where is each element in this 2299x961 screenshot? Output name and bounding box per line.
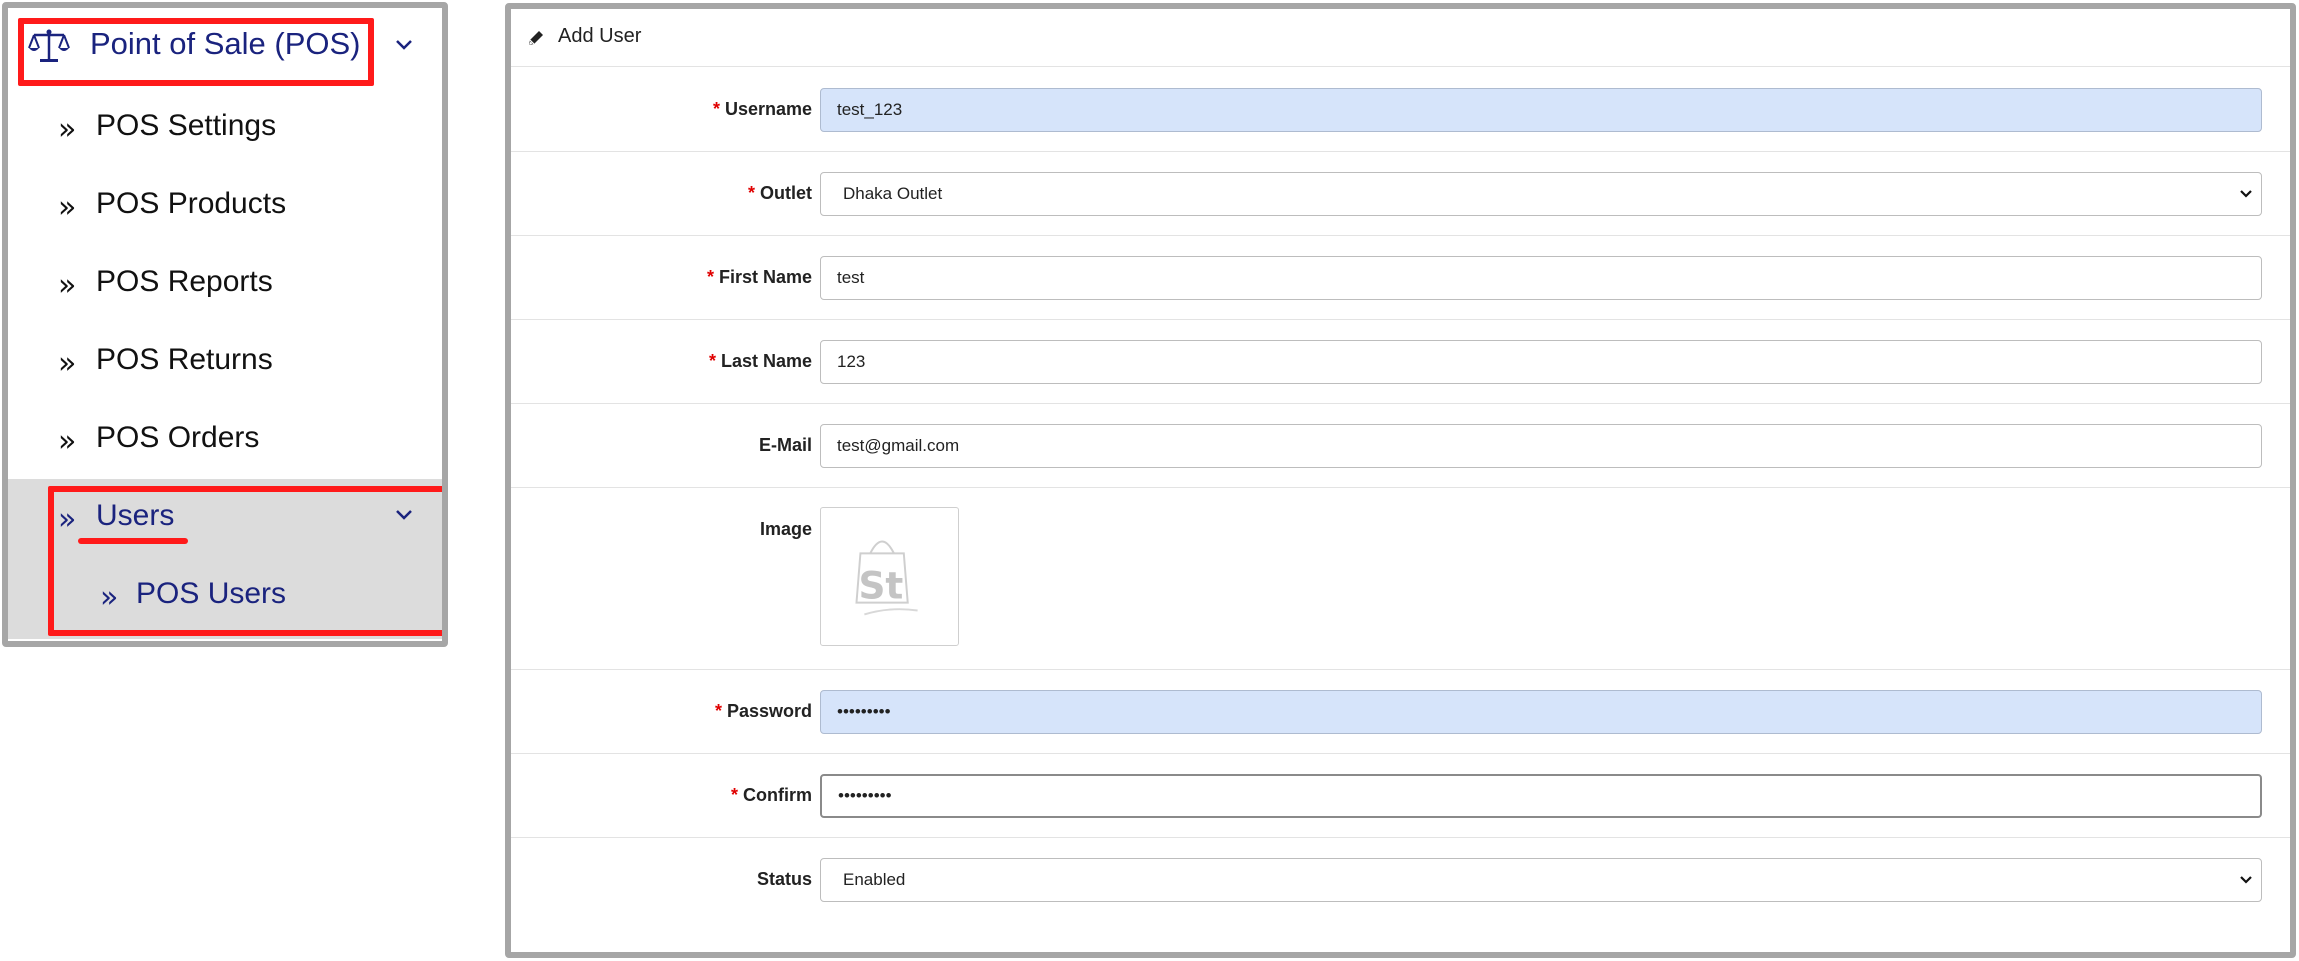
outlet-select-value: Dhaka Outlet [843,184,943,203]
outlet-select[interactable]: Dhaka Outlet [820,172,2262,216]
field-label: * Outlet [747,183,812,203]
field-label: * Confirm [730,785,812,805]
field-label: * Last Name [708,351,812,371]
double-chevron-right-icon: » [58,112,77,147]
required-mark: * [706,267,714,287]
confirm-password-input[interactable]: ••••••••• [820,774,2262,818]
chevron-down-icon[interactable] [394,38,414,52]
form-row-image: Image St [511,487,2290,670]
field-label: * Username [712,99,812,119]
form-row-outlet: * Outlet Dhaka Outlet [511,151,2290,236]
form-row-password: * Password ••••••••• [511,669,2290,754]
form-row-confirm: * Confirm ••••••••• [511,753,2290,838]
password-input[interactable]: ••••••••• [820,690,2262,734]
sidebar-item-pos-reports[interactable]: » POS Reports [8,245,442,323]
required-mark: * [708,351,716,371]
field-label: Image [759,519,812,539]
image-upload-thumbnail[interactable]: St [820,507,959,646]
panel-header: Add User [511,9,2290,67]
sidebar-item-pos-settings[interactable]: » POS Settings [8,89,442,167]
required-mark: * [747,183,755,203]
sidebar-item-label: POS Reports [96,265,273,298]
field-label: Status [756,869,812,889]
sidebar: Point of Sale (POS) » POS Settings » POS… [2,2,448,647]
form-row-status: Status Enabled [511,837,2290,921]
email-input[interactable]: test@gmail.com [820,424,2262,468]
required-mark: * [712,99,720,119]
form-row-username: * Username test_123 [511,67,2290,152]
double-chevron-right-icon: » [58,190,77,225]
sidebar-item-label: POS Settings [96,109,277,142]
field-label: * Password [714,701,812,721]
double-chevron-right-icon: » [58,424,77,459]
panel-title: Add User [558,25,642,47]
sidebar-item-label: POS Products [96,187,287,220]
status-select[interactable]: Enabled [820,858,2262,902]
highlight-box-pos-header [18,18,374,86]
chevron-down-icon [2240,876,2252,884]
add-user-panel: Add User * Username test_123 * Outlet Dhak… [505,3,2296,958]
form-row-last-name: * Last Name 123 [511,319,2290,404]
sidebar-item-pos-orders[interactable]: » POS Orders [8,401,442,479]
field-label: E-Mail [758,435,812,455]
last-name-input[interactable]: 123 [820,340,2262,384]
double-chevron-right-icon: » [58,268,77,303]
svg-text:St: St [858,564,903,608]
chevron-down-icon [2240,190,2252,198]
sidebar-item-label: POS Orders [96,421,260,454]
field-label: * First Name [706,267,812,287]
username-input[interactable]: test_123 [820,88,2262,132]
first-name-input[interactable]: test [820,256,2262,300]
required-mark: * [730,785,738,805]
highlight-box-users [48,486,442,636]
store-logo-placeholder-icon: St [855,540,918,616]
pencil-icon [529,31,543,45]
double-chevron-right-icon: » [58,346,77,381]
sidebar-item-pos-products[interactable]: » POS Products [8,167,442,245]
sidebar-item-pos-returns[interactable]: » POS Returns [8,323,442,401]
form-row-email: E-Mail test@gmail.com [511,403,2290,488]
form-row-first-name: * First Name test [511,235,2290,320]
status-select-value: Enabled [843,870,906,889]
required-mark: * [714,701,722,721]
sidebar-item-label: POS Returns [96,343,273,376]
